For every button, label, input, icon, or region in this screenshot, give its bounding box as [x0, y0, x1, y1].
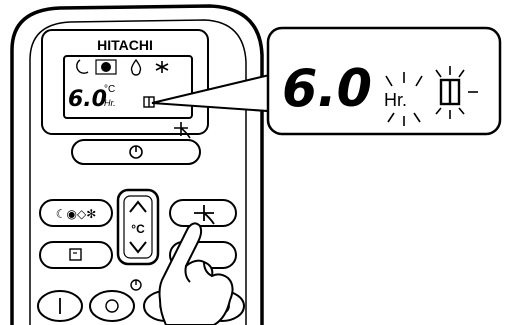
- lcd-hours-unit: Hr.: [104, 98, 116, 108]
- mode-button-label: ☾◉◇✻: [56, 207, 97, 221]
- lcd-time-value: 6.0: [68, 87, 107, 112]
- timer-set-button[interactable]: [39, 241, 113, 269]
- temp-unit-label: °C: [131, 222, 145, 236]
- on-timer-button[interactable]: [89, 290, 135, 322]
- lcd-temp-unit: °C: [104, 84, 115, 95]
- pressing-hand: [158, 222, 234, 325]
- auto-circle-icon: [101, 62, 111, 72]
- remote-instruction-diagram: HITACHI 6.0 °C Hr. ☾◉◇✻ °C 6.0 Hr.: [10, 4, 502, 325]
- zoom-hours-unit: Hr.: [384, 90, 407, 110]
- brand-logo: HITACHI: [97, 37, 153, 53]
- zoom-time-value: 6.0: [282, 59, 372, 119]
